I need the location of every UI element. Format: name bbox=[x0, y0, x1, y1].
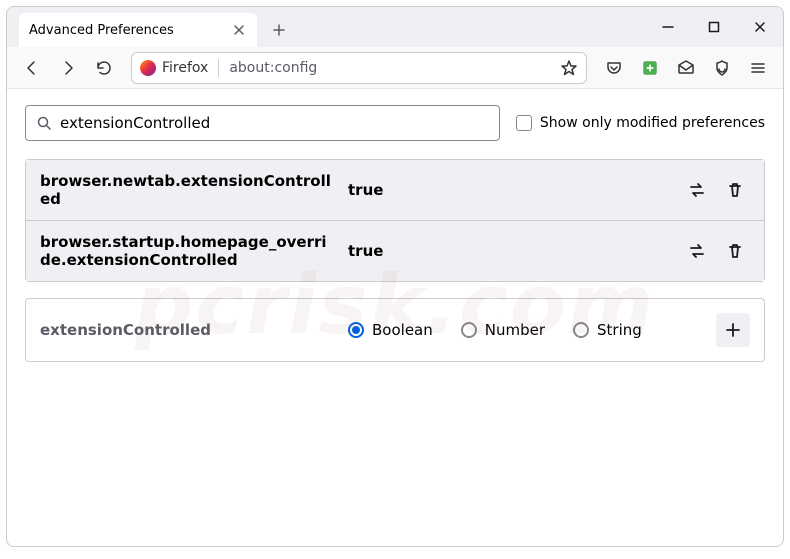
add-button[interactable] bbox=[716, 313, 750, 347]
star-icon[interactable] bbox=[560, 59, 578, 77]
maximize-button[interactable] bbox=[691, 7, 737, 47]
menu-button[interactable] bbox=[741, 51, 775, 85]
url-text: about:config bbox=[229, 60, 554, 76]
divider bbox=[218, 59, 219, 77]
shield-icon[interactable] bbox=[705, 51, 739, 85]
back-button[interactable] bbox=[15, 51, 49, 85]
search-box[interactable] bbox=[25, 105, 500, 141]
nav-bar: Firefox about:config bbox=[7, 47, 783, 89]
new-pref-row: extensionControlled Boolean Number Strin… bbox=[25, 298, 765, 362]
pref-name: browser.startup.homepage_override.extens… bbox=[40, 233, 336, 269]
toggle-button[interactable] bbox=[682, 175, 712, 205]
type-label: Number bbox=[485, 321, 545, 339]
radio-icon bbox=[461, 322, 477, 338]
checkbox-label: Show only modified preferences bbox=[540, 115, 765, 131]
tab-title: Advanced Preferences bbox=[29, 23, 223, 38]
new-tab-button[interactable] bbox=[265, 16, 293, 44]
title-bar: Advanced Preferences bbox=[7, 7, 783, 47]
forward-button[interactable] bbox=[51, 51, 85, 85]
minimize-button[interactable] bbox=[645, 7, 691, 47]
table-row: browser.startup.homepage_override.extens… bbox=[26, 220, 764, 281]
firefox-logo-icon bbox=[140, 60, 156, 76]
radio-icon bbox=[573, 322, 589, 338]
reload-button[interactable] bbox=[87, 51, 121, 85]
new-pref-name: extensionControlled bbox=[40, 321, 336, 339]
search-icon bbox=[36, 115, 52, 131]
type-label: Boolean bbox=[372, 321, 433, 339]
app-label: Firefox bbox=[162, 60, 208, 76]
close-window-button[interactable] bbox=[737, 7, 783, 47]
pref-value: true bbox=[348, 181, 670, 199]
radio-icon bbox=[348, 322, 364, 338]
results-table: browser.newtab.extensionControlled true … bbox=[25, 159, 765, 282]
type-label: String bbox=[597, 321, 642, 339]
type-option-boolean[interactable]: Boolean bbox=[348, 321, 433, 339]
extension-icon[interactable] bbox=[633, 51, 667, 85]
delete-button[interactable] bbox=[720, 175, 750, 205]
type-option-string[interactable]: String bbox=[573, 321, 642, 339]
pref-value: true bbox=[348, 242, 670, 260]
toggle-button[interactable] bbox=[682, 236, 712, 266]
mail-icon[interactable] bbox=[669, 51, 703, 85]
pocket-icon[interactable] bbox=[597, 51, 631, 85]
type-option-number[interactable]: Number bbox=[461, 321, 545, 339]
checkbox-icon bbox=[516, 115, 532, 131]
modified-only-checkbox[interactable]: Show only modified preferences bbox=[516, 115, 765, 131]
delete-button[interactable] bbox=[720, 236, 750, 266]
pref-name: browser.newtab.extensionControlled bbox=[40, 172, 336, 208]
table-row: browser.newtab.extensionControlled true bbox=[26, 160, 764, 220]
address-bar[interactable]: Firefox about:config bbox=[131, 52, 587, 84]
browser-tab[interactable]: Advanced Preferences bbox=[19, 13, 257, 47]
close-icon[interactable] bbox=[231, 22, 247, 38]
search-input[interactable] bbox=[60, 114, 489, 132]
